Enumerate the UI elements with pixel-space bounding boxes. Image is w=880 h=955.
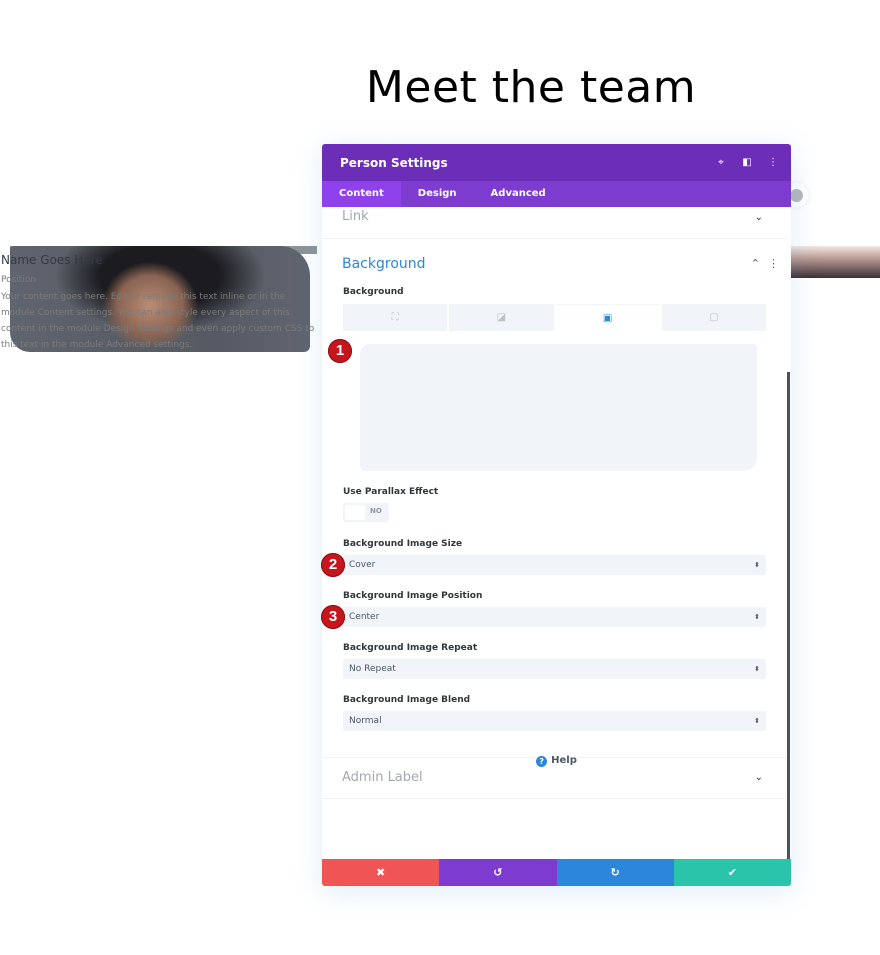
select-arrows-icon: ⬍ xyxy=(754,561,760,569)
image-repeat-value: No Repeat xyxy=(349,664,396,674)
help-label: Help xyxy=(551,755,577,766)
person-module[interactable]: Name Goes Here Position Your content goe… xyxy=(0,246,317,352)
next-person-photo xyxy=(790,246,880,278)
undo-button[interactable]: ↺ xyxy=(439,859,557,886)
undo-icon: ↺ xyxy=(493,866,503,879)
page-title: Meet the team xyxy=(365,62,697,113)
modal-tabs: Content Design Advanced xyxy=(322,181,791,207)
toggle-value: NO xyxy=(370,507,382,515)
section-admin-label-title: Admin Label xyxy=(342,770,423,785)
tab-advanced[interactable]: Advanced xyxy=(474,181,563,207)
help-link[interactable]: ? Help xyxy=(322,755,791,767)
bg-tab-image[interactable]: ▣ xyxy=(555,304,660,331)
person-body-text: Your content goes here. Edit or remove t… xyxy=(1,292,315,350)
bg-tab-gradient[interactable]: ◪ xyxy=(449,304,554,331)
bg-tab-video[interactable]: ▢ xyxy=(661,304,766,331)
save-button[interactable]: ✔ xyxy=(673,859,791,886)
image-size-label: Background Image Size xyxy=(343,539,463,549)
chevron-down-icon[interactable]: ⌄ xyxy=(755,772,763,783)
image-repeat-label: Background Image Repeat xyxy=(343,643,478,653)
select-arrows-icon: ⬍ xyxy=(754,665,760,673)
redo-button[interactable]: ↻ xyxy=(556,859,674,886)
checkmark-icon: ✔ xyxy=(727,866,737,879)
image-size-value: Cover xyxy=(349,560,376,570)
image-blend-select[interactable]: Normal ⬍ xyxy=(343,711,766,731)
section-more-icon[interactable]: ⋮ xyxy=(768,257,779,270)
image-position-label: Background Image Position xyxy=(343,591,483,601)
select-arrows-icon: ⬍ xyxy=(754,717,760,725)
image-position-value: Center xyxy=(349,612,380,622)
redo-icon: ↻ xyxy=(610,866,620,879)
modal-title: Person Settings xyxy=(340,155,448,170)
annotation-badge-2: 2 xyxy=(321,553,345,577)
image-size-select[interactable]: Cover ⬍ xyxy=(343,555,766,575)
modal-footer: ✖ ↺ ↻ ✔ xyxy=(322,859,791,886)
chevron-down-icon[interactable]: ⌄ xyxy=(755,212,763,223)
video-icon: ▢ xyxy=(709,312,719,323)
image-position-select[interactable]: Center ⬍ xyxy=(343,607,766,627)
toggle-knob xyxy=(345,505,365,520)
chevron-up-icon[interactable]: ⌃ xyxy=(751,257,760,270)
section-link[interactable]: Link ⌄ xyxy=(322,207,787,239)
close-icon: ✖ xyxy=(376,866,386,879)
parallax-toggle[interactable]: NO xyxy=(343,503,389,522)
cancel-button[interactable]: ✖ xyxy=(322,859,440,886)
annotation-badge-1: 1 xyxy=(328,339,352,363)
help-icon: ? xyxy=(536,756,548,767)
annotation-badge-3: 3 xyxy=(321,605,345,629)
section-background-title[interactable]: Background xyxy=(342,256,426,272)
background-image-upload[interactable] xyxy=(360,344,757,471)
more-options-icon[interactable]: ⋮ xyxy=(767,157,779,168)
tab-design[interactable]: Design xyxy=(401,181,474,207)
select-arrows-icon: ⬍ xyxy=(754,613,760,621)
modal-header[interactable]: Person Settings ⌖ ◧ ⋮ xyxy=(322,144,791,181)
person-position: Position xyxy=(1,275,37,285)
split-view-icon[interactable]: ◧ xyxy=(741,157,753,168)
scrollbar[interactable] xyxy=(787,372,790,859)
person-name: Name Goes Here xyxy=(1,253,103,267)
focus-icon[interactable]: ⌖ xyxy=(715,157,727,168)
parallax-label: Use Parallax Effect xyxy=(343,487,439,497)
bg-tab-color[interactable]: ⛶ xyxy=(343,304,448,331)
image-blend-label: Background Image Blend xyxy=(343,695,471,705)
image-blend-value: Normal xyxy=(349,716,382,726)
person-settings-modal: Person Settings ⌖ ◧ ⋮ Content Design Adv… xyxy=(322,144,791,886)
image-repeat-select[interactable]: No Repeat ⬍ xyxy=(343,659,766,679)
image-icon: ▣ xyxy=(602,312,613,324)
paint-bucket-icon: ⛶ xyxy=(391,312,399,323)
section-link-title: Link xyxy=(342,209,369,224)
background-type-tabs: ⛶ ◪ ▣ ▢ xyxy=(343,304,766,331)
gradient-icon: ◪ xyxy=(496,312,507,323)
tab-content[interactable]: Content xyxy=(322,181,401,207)
background-label: Background xyxy=(343,287,404,297)
